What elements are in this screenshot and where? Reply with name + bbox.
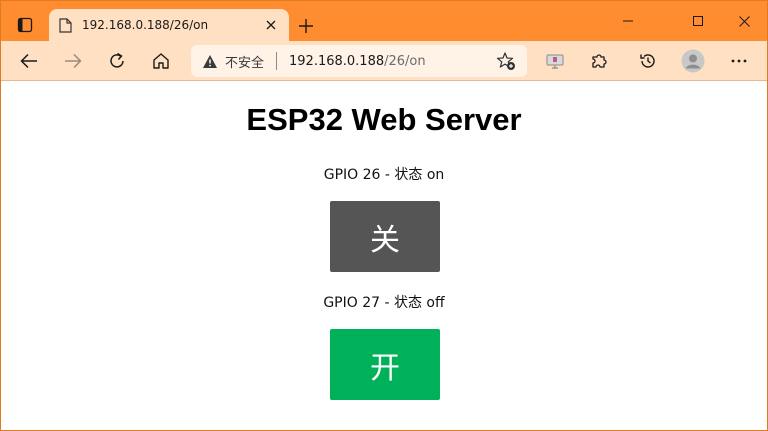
puzzle-icon (592, 54, 607, 68)
tab-title: 192.168.0.188/26/on (82, 18, 209, 32)
gpio-26-off-button[interactable]: 关 (330, 201, 440, 272)
home-icon (153, 53, 169, 69)
address-bar[interactable]: 不安全 192.168.0.188/26/on (191, 45, 527, 77)
home-button[interactable] (145, 45, 177, 77)
maximize-icon (693, 16, 703, 26)
add-favorite-icon[interactable] (495, 50, 517, 72)
pc-manager-icon (546, 54, 564, 69)
close-window-button[interactable] (721, 7, 767, 35)
browser-window: 192.168.0.188/26/on 不安全 192.168.0.188/26… (0, 0, 768, 431)
page-content: ESP32 Web Server GPIO 26 - 状态 on 关 GPIO … (1, 82, 767, 430)
more-menu-button[interactable] (723, 45, 755, 77)
warning-icon[interactable] (201, 52, 219, 70)
avatar-icon (681, 49, 705, 73)
gpio-27-status: GPIO 27 - 状态 off (323, 295, 445, 311)
gpio-26-status: GPIO 26 - 状态 on (323, 167, 445, 183)
minimize-button[interactable] (605, 7, 651, 35)
tab-actions-button[interactable] (11, 11, 39, 39)
browser-tab[interactable]: 192.168.0.188/26/on (49, 9, 289, 41)
title-bar: 192.168.0.188/26/on (1, 1, 767, 41)
address-divider (276, 52, 278, 70)
refresh-button[interactable] (101, 45, 133, 77)
security-label[interactable]: 不安全 (225, 52, 264, 71)
history-icon (640, 54, 655, 68)
more-icon (731, 59, 747, 63)
browser-toolbar: 不安全 192.168.0.188/26/on (1, 41, 767, 81)
back-button[interactable] (13, 45, 45, 77)
tab-actions-icon (17, 17, 33, 33)
arrow-left-icon (20, 53, 37, 69)
forward-button[interactable] (57, 45, 89, 77)
tab-close-icon[interactable] (261, 15, 281, 35)
new-tab-button[interactable] (293, 13, 319, 39)
history-button[interactable] (632, 45, 664, 77)
minimize-icon (623, 20, 633, 22)
pc-manager-button[interactable] (539, 45, 571, 77)
refresh-icon (110, 52, 124, 68)
url-path: /26/on (384, 53, 426, 69)
plus-icon (299, 19, 313, 33)
page-title: ESP32 Web Server (246, 102, 522, 137)
gpio-27-on-button[interactable]: 开 (330, 329, 440, 400)
profile-button[interactable] (677, 45, 709, 77)
close-icon (738, 15, 750, 27)
arrow-right-icon (65, 53, 82, 69)
extensions-button[interactable] (583, 45, 615, 77)
url-text[interactable]: 192.168.0.188/26/on (289, 54, 495, 69)
page-icon (57, 17, 73, 33)
maximize-button[interactable] (675, 7, 721, 35)
url-host: 192.168.0.188 (289, 53, 385, 69)
